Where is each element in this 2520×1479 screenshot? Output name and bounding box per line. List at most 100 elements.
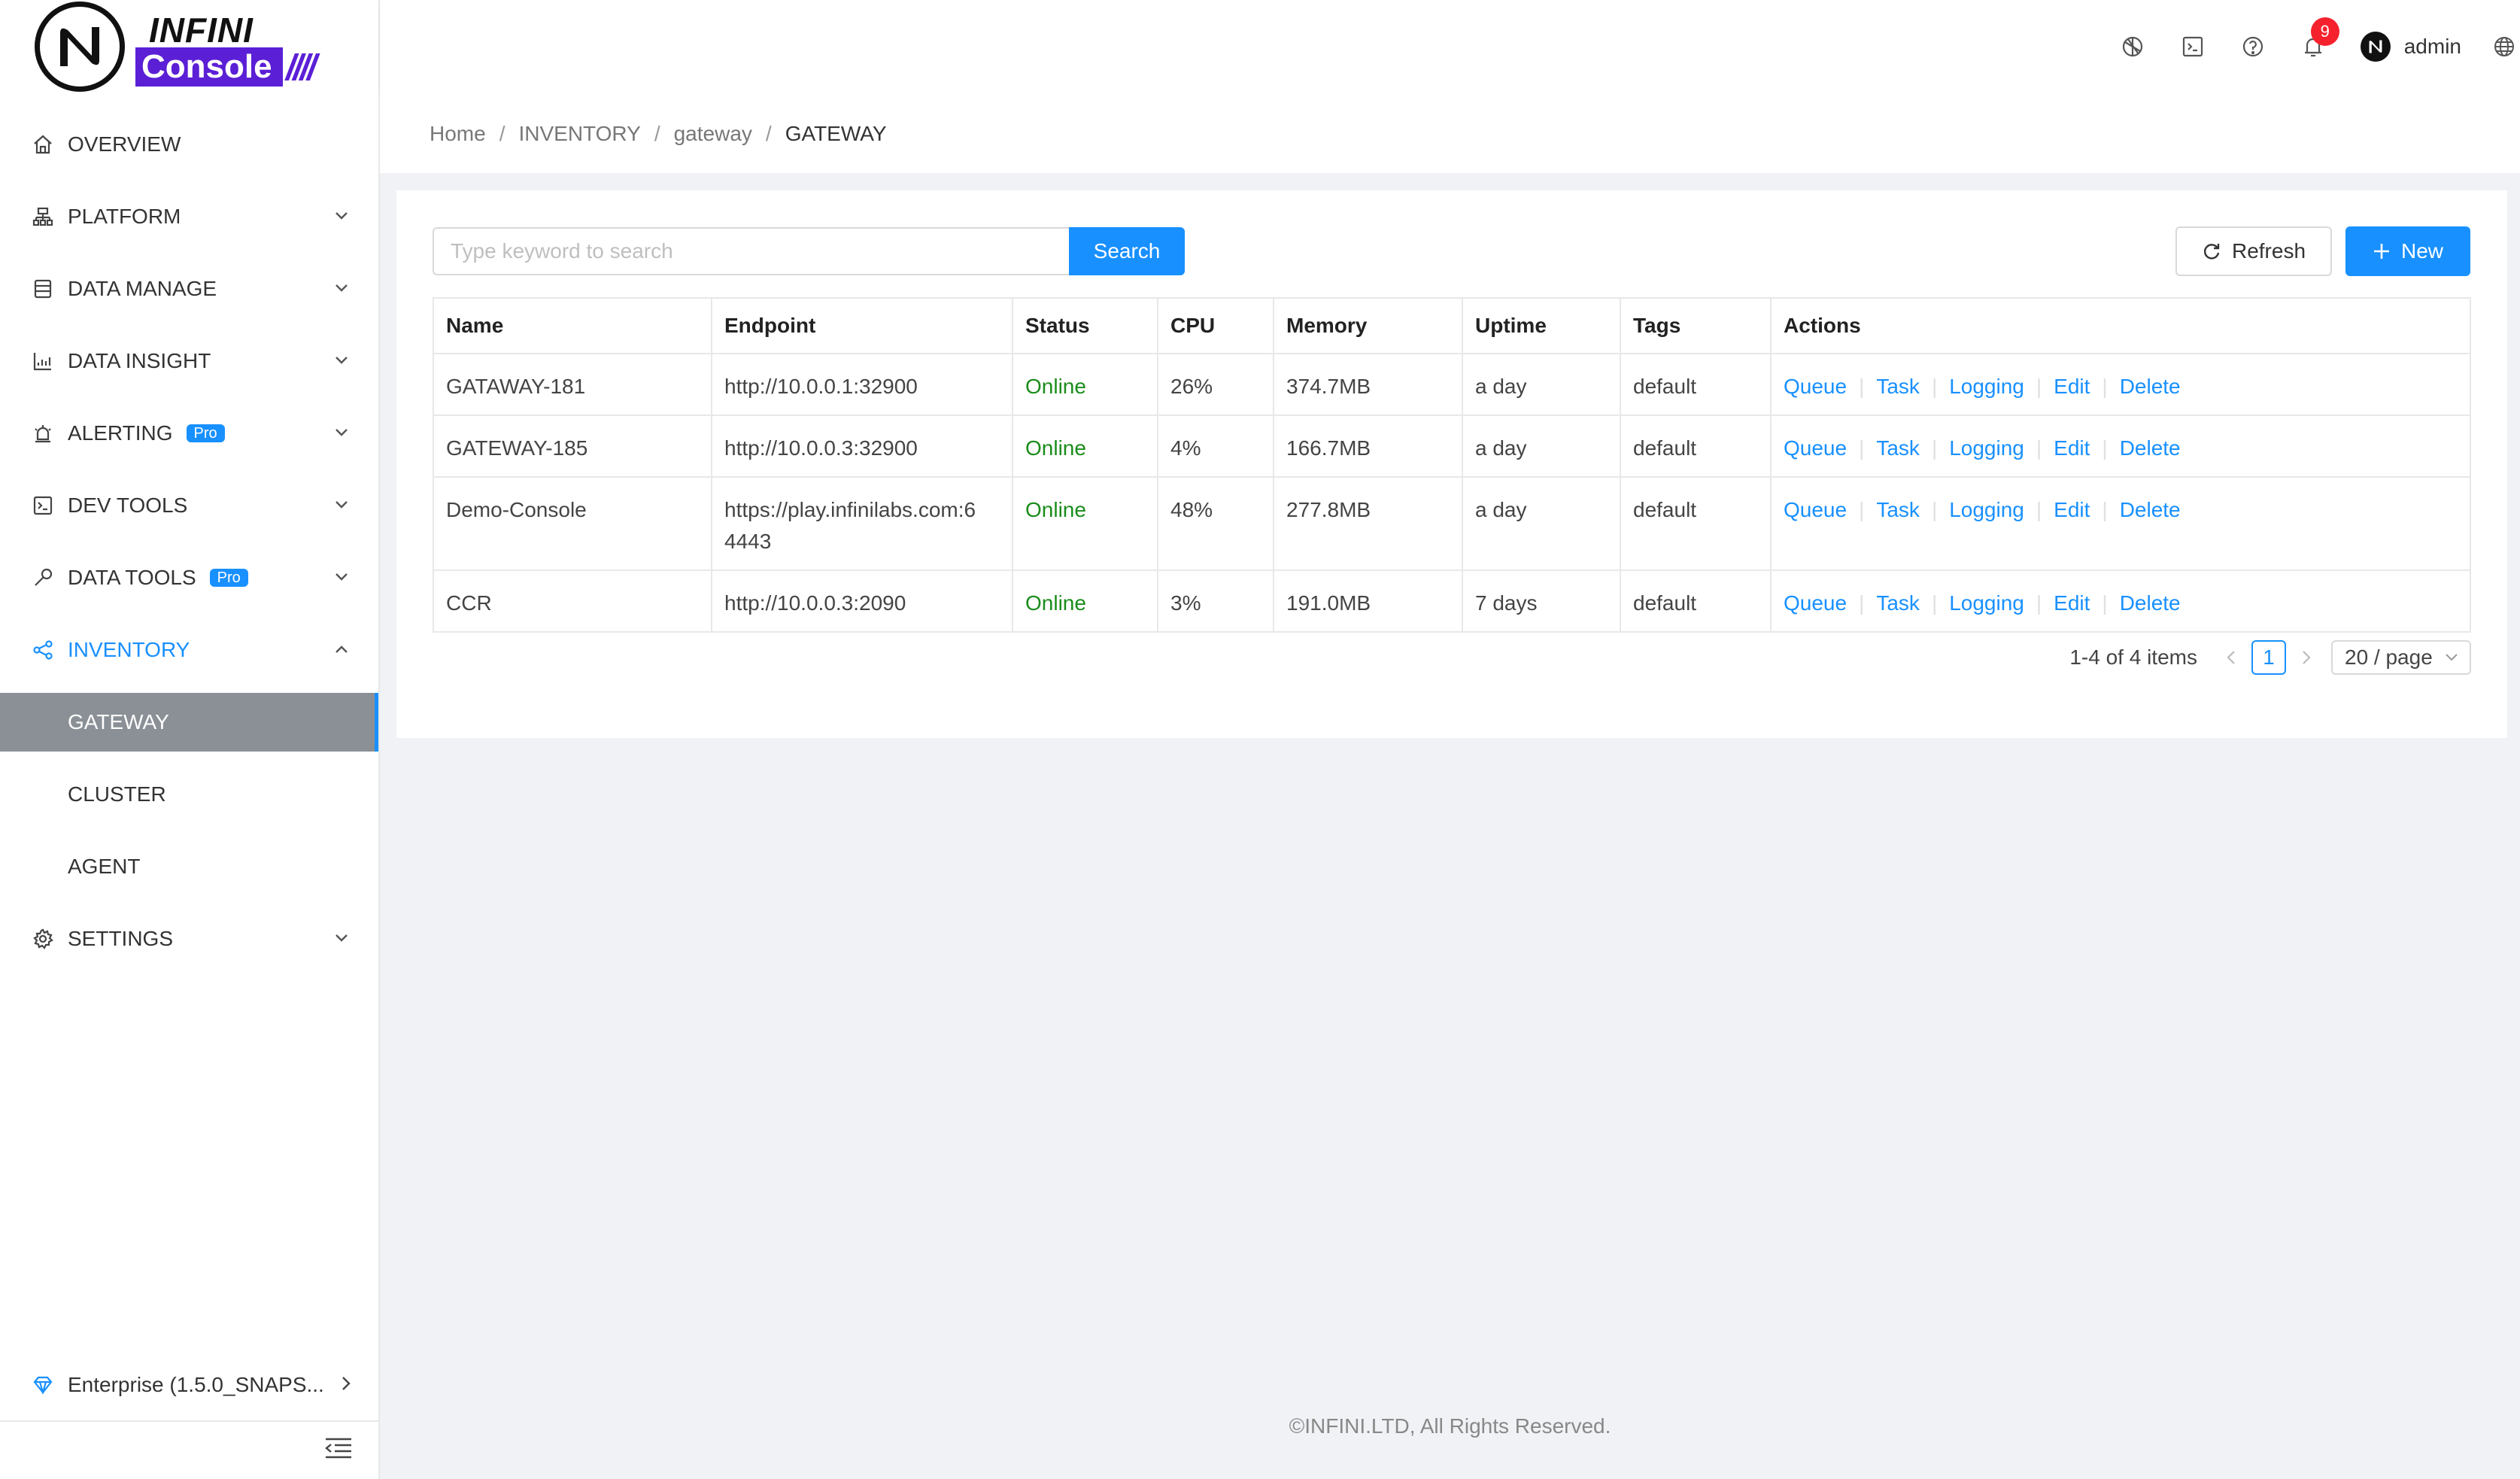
chevron-up-icon — [332, 639, 351, 659]
help-icon[interactable] — [2240, 34, 2266, 59]
logo-console-text: Console — [135, 47, 283, 87]
breadcrumb-bar: Home / INVENTORY / gateway / GATEWAY — [380, 93, 2520, 173]
menu-fold-icon — [324, 1437, 353, 1465]
cell-name: Demo-Console — [433, 477, 712, 571]
status-badge: Online — [1013, 354, 1158, 416]
cell-name: GATEWAY-185 — [433, 415, 712, 478]
console-icon[interactable] — [2180, 34, 2206, 59]
action-task-link[interactable]: Task — [1876, 375, 1920, 398]
action-delete-link[interactable]: Delete — [2120, 498, 2181, 521]
cell-memory: 191.0MB — [1274, 570, 1463, 633]
cell-cpu: 3% — [1158, 570, 1274, 633]
sidebar-item-data-tools[interactable]: DATA TOOLS Pro — [0, 542, 378, 614]
sidebar-item-label: DATA MANAGE — [68, 277, 217, 300]
sidebar-item-platform[interactable]: PLATFORM — [0, 181, 378, 253]
sidebar-item-data-insight[interactable]: DATA INSIGHT — [0, 325, 378, 397]
action-logging-link[interactable]: Logging — [1949, 591, 2024, 615]
status-badge: Online — [1013, 570, 1158, 633]
sidebar-item-label: SETTINGS — [68, 927, 174, 950]
action-edit-link[interactable]: Edit — [2054, 436, 2090, 460]
action-logging-link[interactable]: Logging — [1949, 498, 2024, 521]
action-task-link[interactable]: Task — [1876, 498, 1920, 521]
avatar — [2360, 32, 2391, 62]
action-queue-link[interactable]: Queue — [1784, 498, 1847, 521]
action-task-link[interactable]: Task — [1876, 436, 1920, 460]
column-header-cpu[interactable]: CPU — [1158, 298, 1274, 354]
action-edit-link[interactable]: Edit — [2054, 375, 2090, 398]
sidebar-item-label: DATA TOOLS — [68, 566, 196, 589]
status-badge: Online — [1013, 477, 1158, 571]
app-logo[interactable]: INFINI Console //// — [35, 0, 331, 93]
breadcrumb-gateway[interactable]: gateway — [674, 122, 752, 146]
chevron-down-icon — [332, 495, 351, 515]
tool-icon — [30, 565, 56, 591]
sidebar-subitem-agent[interactable]: AGENT — [0, 831, 378, 903]
chart-icon — [30, 348, 56, 374]
refresh-button[interactable]: Refresh — [2175, 226, 2332, 276]
action-logging-link[interactable]: Logging — [1949, 375, 2024, 398]
column-header-status[interactable]: Status — [1013, 298, 1158, 354]
column-header-name[interactable]: Name — [433, 298, 712, 354]
home-icon — [30, 132, 56, 157]
breadcrumb-separator: / — [654, 122, 660, 145]
action-edit-link[interactable]: Edit — [2054, 591, 2090, 615]
cell-endpoint: http://10.0.0.1:32900 — [712, 354, 1013, 416]
column-header-endpoint[interactable]: Endpoint — [712, 298, 1013, 354]
breadcrumb-current: GATEWAY — [785, 122, 887, 145]
search-button[interactable]: Search — [1069, 227, 1185, 275]
notification-bell-icon[interactable]: 9 — [2300, 17, 2339, 59]
chevron-down-icon — [2446, 654, 2458, 661]
user-menu[interactable]: admin — [2360, 32, 2461, 62]
action-queue-link[interactable]: Queue — [1784, 375, 1847, 398]
cell-memory: 374.7MB — [1274, 354, 1463, 416]
page-size-select[interactable]: 20 / page — [2331, 640, 2471, 675]
next-page-icon[interactable] — [2295, 649, 2318, 666]
collapse-sidebar-button[interactable] — [0, 1422, 378, 1479]
action-edit-link[interactable]: Edit — [2054, 498, 2090, 521]
sidebar-item-overview[interactable]: OVERVIEW — [0, 108, 378, 181]
action-logging-link[interactable]: Logging — [1949, 436, 2024, 460]
cell-cpu: 48% — [1158, 477, 1274, 571]
breadcrumb-home[interactable]: Home — [430, 122, 486, 146]
sidebar-item-label: DEV TOOLS — [68, 494, 188, 517]
cell-name: GATAWAY-181 — [433, 354, 712, 416]
cell-actions: Queue | Task | Logging | Edit | Delete — [1771, 415, 2470, 478]
theme-icon[interactable] — [2120, 34, 2145, 59]
sidebar-subitem-gateway[interactable]: GATEWAY — [0, 693, 378, 752]
version-selector[interactable]: Enterprise (1.5.0_SNAPS... — [0, 1350, 378, 1422]
pro-badge: Pro — [209, 569, 248, 587]
action-delete-link[interactable]: Delete — [2120, 436, 2181, 460]
sidebar-item-data-manage[interactable]: DATA MANAGE — [0, 253, 378, 325]
gateway-table: Name Endpoint Status CPU Memory Uptime T… — [433, 297, 2471, 633]
sidebar-item-inventory[interactable]: INVENTORY — [0, 614, 378, 686]
action-task-link[interactable]: Task — [1876, 591, 1920, 615]
sidebar-item-settings[interactable]: SETTINGS — [0, 903, 378, 975]
breadcrumb-inventory[interactable]: INVENTORY — [518, 122, 640, 146]
page-number-button[interactable]: 1 — [2251, 640, 2286, 675]
column-header-memory[interactable]: Memory — [1274, 298, 1463, 354]
gear-icon — [30, 926, 56, 952]
prev-page-icon[interactable] — [2220, 649, 2242, 666]
search-input[interactable] — [433, 227, 1069, 275]
globe-icon[interactable] — [2491, 34, 2517, 59]
action-queue-link[interactable]: Queue — [1784, 591, 1847, 615]
user-name: admin — [2403, 35, 2461, 58]
action-delete-link[interactable]: Delete — [2120, 591, 2181, 615]
sidebar-item-alerting[interactable]: ALERTING Pro — [0, 397, 378, 469]
cell-tags: default — [1620, 477, 1772, 571]
plus-icon — [2373, 244, 2389, 259]
breadcrumb-separator: / — [499, 122, 506, 145]
page-size-value: 20 / page — [2345, 645, 2433, 669]
chevron-down-icon — [332, 423, 351, 442]
action-delete-link[interactable]: Delete — [2120, 375, 2181, 398]
sidebar-item-label: OVERVIEW — [68, 132, 181, 156]
action-queue-link[interactable]: Queue — [1784, 436, 1847, 460]
new-button[interactable]: New — [2345, 226, 2470, 276]
diamond-icon — [30, 1376, 56, 1394]
sidebar-item-dev-tools[interactable]: DEV TOOLS — [0, 469, 378, 542]
chevron-down-icon — [332, 351, 351, 370]
column-header-tags[interactable]: Tags — [1620, 298, 1772, 354]
column-header-uptime[interactable]: Uptime — [1462, 298, 1621, 354]
sidebar-subitem-cluster[interactable]: CLUSTER — [0, 758, 378, 831]
terminal-icon — [30, 493, 56, 518]
